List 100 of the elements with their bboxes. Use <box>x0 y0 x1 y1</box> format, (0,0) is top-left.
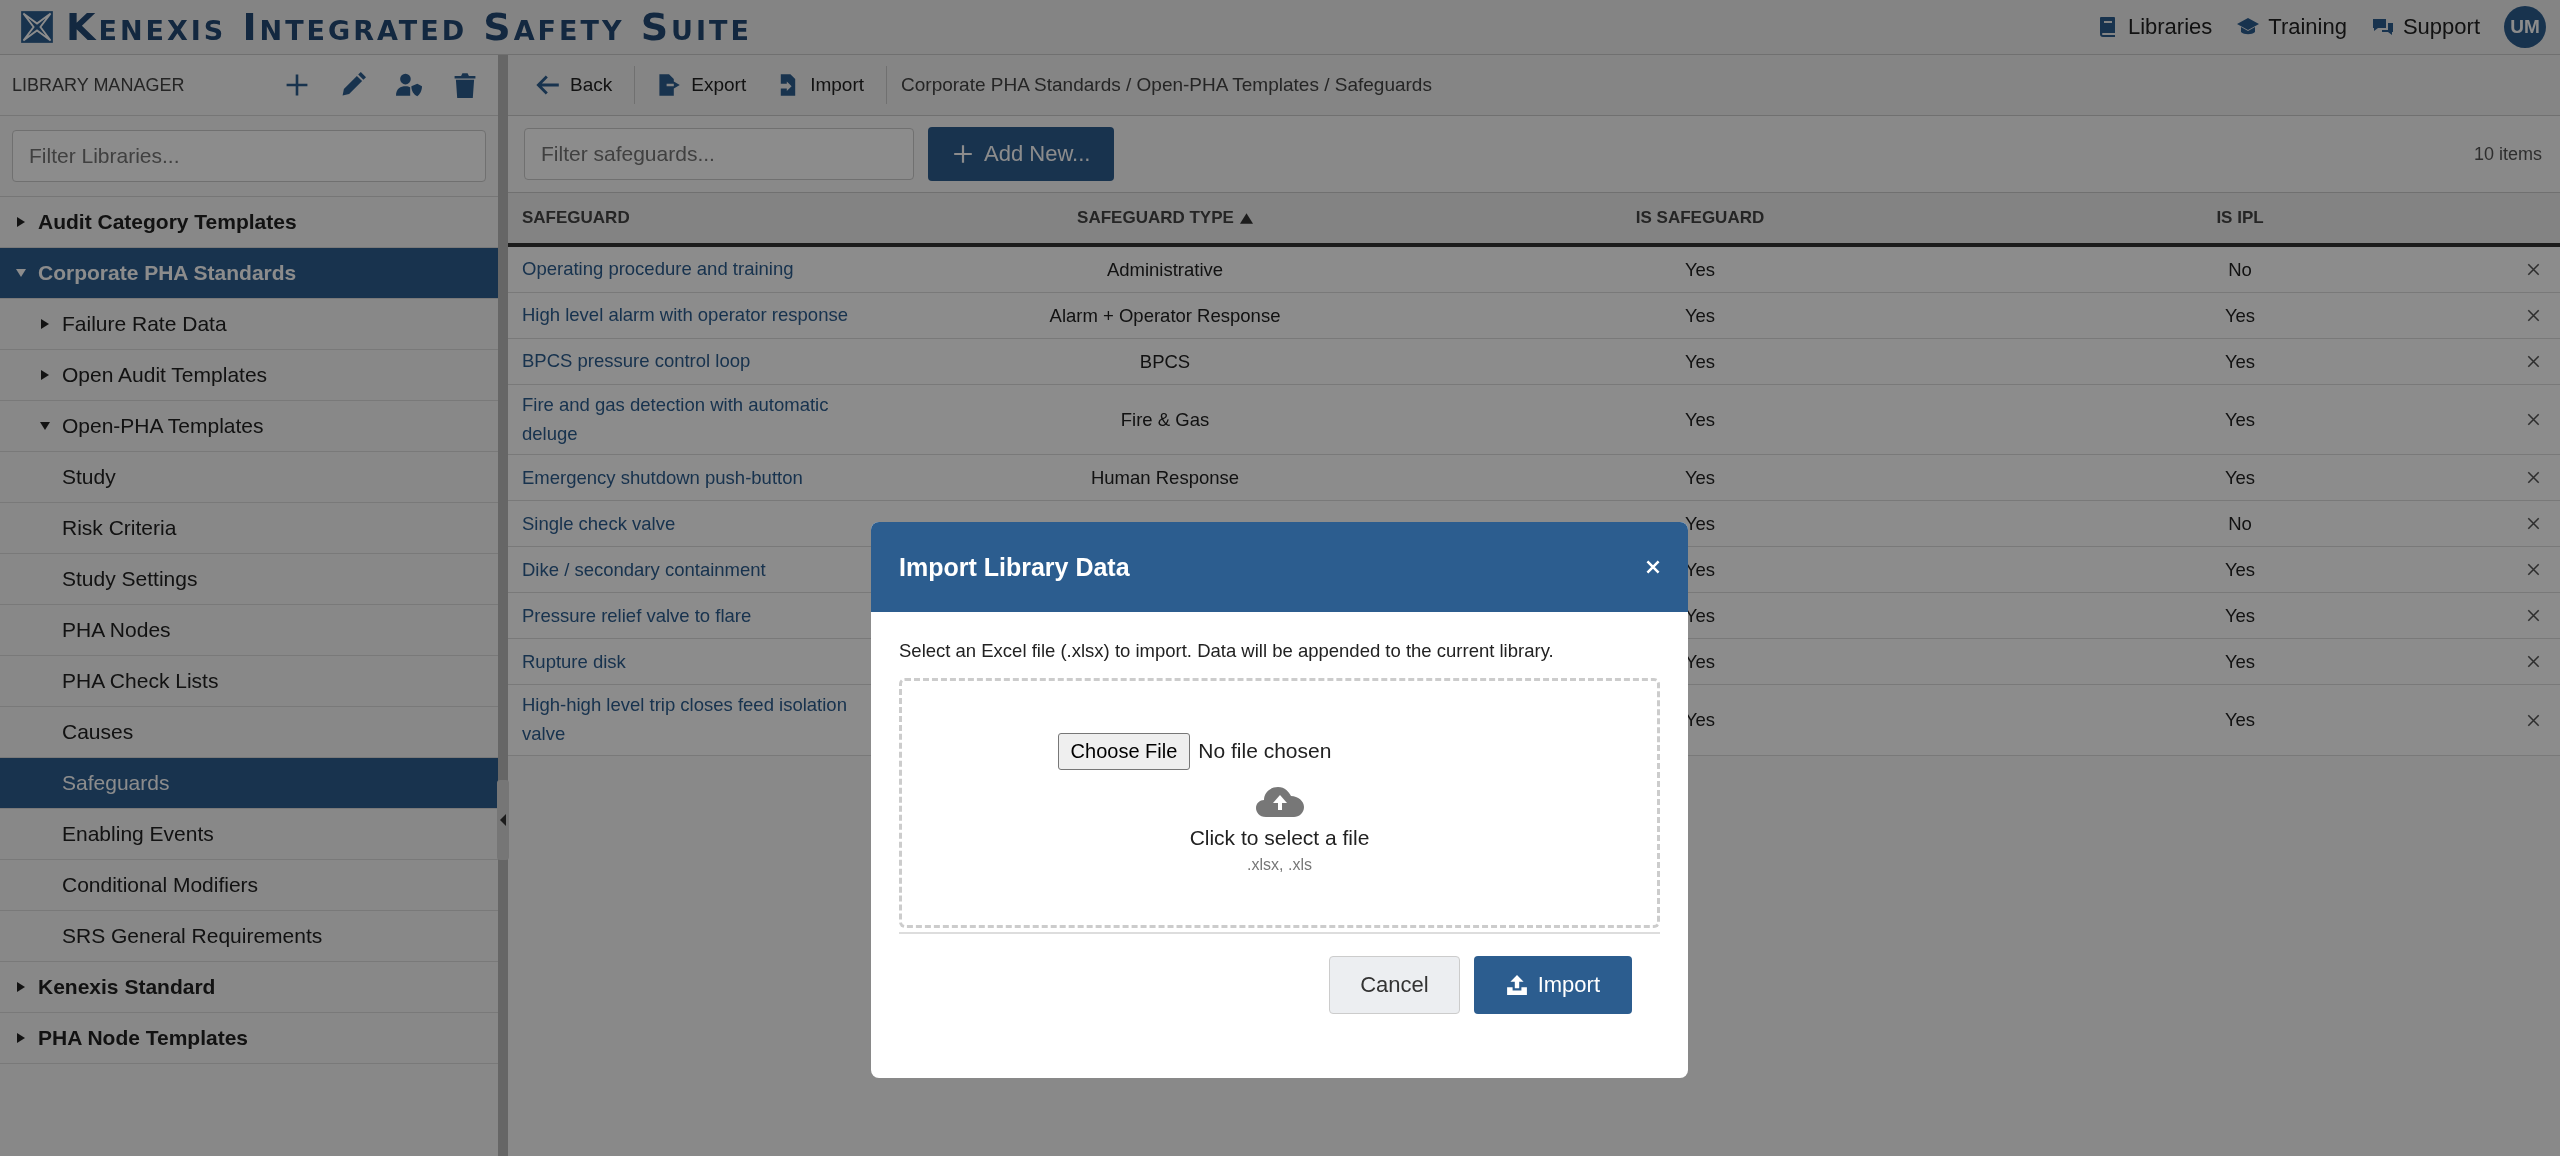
plus-icon <box>952 143 974 165</box>
tree-item[interactable]: PHA Node Templates <box>0 1013 498 1064</box>
column-header[interactable]: SAFEGUARD <box>508 208 915 228</box>
tree-item[interactable]: Study <box>0 452 498 503</box>
caret-icon <box>40 421 50 431</box>
tree-item[interactable]: Safeguards <box>0 758 498 809</box>
table-cell: Yes <box>2224 604 2256 627</box>
delete-icon[interactable] <box>2527 309 2540 322</box>
add-new-button[interactable]: Add New... <box>928 127 1115 181</box>
table-cell: Administrative <box>1106 258 1224 281</box>
trash-icon[interactable] <box>452 72 478 98</box>
close-icon[interactable] <box>1646 560 1660 574</box>
table-cell: Yes <box>2224 466 2256 489</box>
tree-item[interactable]: Corporate PHA Standards <box>0 248 498 299</box>
accepted-formats: .xlsx, .xls <box>1247 855 1312 874</box>
tree-item[interactable]: Conditional Modifiers <box>0 860 498 911</box>
choose-file-button[interactable]: Choose File <box>1057 732 1191 770</box>
column-header[interactable]: IS IPL <box>1985 208 2495 228</box>
delete-icon[interactable] <box>2527 655 2540 669</box>
table-cell: Yes <box>1684 512 1716 535</box>
tree-item[interactable]: Kenexis Standard <box>0 962 498 1013</box>
upload-icon <box>1505 974 1528 996</box>
file-drop-zone[interactable]: Choose File No file chosen Click to select a file .xlsx, .xls <box>899 678 1660 928</box>
tree-item[interactable]: Open-PHA Templates <box>0 401 498 452</box>
safeguard-link[interactable]: High-high level trip closes feed isolation valve <box>508 685 867 755</box>
table-cell: Yes <box>2224 650 2256 673</box>
table-cell: Yes <box>1684 304 1716 327</box>
table-cell: Yes <box>1684 709 1716 731</box>
sidebar-title: LIBRARY MANAGER <box>12 74 185 96</box>
table-cell: Alarm + Operator Response <box>1049 304 1281 327</box>
delete-icon[interactable] <box>2527 355 2540 368</box>
table-cell: BPCS <box>1139 350 1191 373</box>
item-count: 10 items <box>2473 143 2542 165</box>
delete-icon[interactable] <box>2527 713 2540 727</box>
tree-item[interactable]: SRS General Requirements <box>0 911 498 962</box>
tree-item[interactable]: PHA Check Lists <box>0 656 498 707</box>
safeguard-link[interactable]: Operating procedure and training <box>508 247 867 292</box>
file-status: No file chosen <box>1198 739 1332 763</box>
caret-icon <box>16 217 26 227</box>
safeguard-link[interactable]: Single check valve <box>508 501 867 547</box>
export-button[interactable]: Export <box>649 67 755 103</box>
table-cell: Fire & Gas <box>1120 408 1210 431</box>
table-cell: Yes <box>2224 350 2256 373</box>
file-export-icon <box>657 73 682 97</box>
caret-icon <box>40 319 50 329</box>
caret-icon <box>40 370 50 380</box>
delete-icon[interactable] <box>2527 263 2540 276</box>
user-shield-icon[interactable] <box>396 72 422 98</box>
delete-icon[interactable] <box>2527 413 2540 427</box>
back-arrow-icon <box>536 73 560 97</box>
column-header[interactable]: SAFEGUARD TYPE <box>915 208 1415 228</box>
column-header[interactable]: IS SAFEGUARD <box>1415 208 1985 228</box>
logo-icon <box>20 10 54 44</box>
dialog-message: Select an Excel file (.xlsx) to import. Data will be appended to the current library. <box>899 640 1555 662</box>
table-cell: No <box>2228 512 2252 535</box>
back-button[interactable]: Back <box>528 67 621 103</box>
delete-icon[interactable] <box>2527 563 2540 577</box>
tree-item[interactable]: Open Audit Templates <box>0 350 498 401</box>
safeguard-link[interactable]: Dike / secondary containment <box>508 547 867 593</box>
table-cell: Yes <box>2224 304 2256 327</box>
table-cell: Yes <box>1684 466 1716 489</box>
table-cell: Yes <box>2224 408 2256 431</box>
import-button[interactable]: Import <box>768 67 873 103</box>
safeguard-link[interactable]: High level alarm with operator response <box>508 293 867 338</box>
tree-item[interactable]: Failure Rate Data <box>0 299 498 350</box>
table-cell: Yes <box>1684 558 1716 581</box>
delete-icon[interactable] <box>2527 471 2540 485</box>
cancel-button[interactable]: Cancel <box>1329 956 1460 1014</box>
table-cell: Yes <box>2224 558 2256 581</box>
tree-item[interactable]: Study Settings <box>0 554 498 605</box>
filter-safeguards-field[interactable]: Filter safeguards... <box>524 128 914 180</box>
caret-icon <box>16 982 26 992</box>
caret-icon <box>16 1033 26 1043</box>
breadcrumb: Corporate PHA Standards / Open-PHA Templates / Safeguards <box>901 74 1432 96</box>
table-cell: Yes <box>1684 258 1716 281</box>
import-confirm-button[interactable]: Import <box>1473 956 1632 1014</box>
tree-item[interactable]: Risk Criteria <box>0 503 498 554</box>
table-cell: Yes <box>1684 650 1716 673</box>
collapse-handle[interactable] <box>497 780 509 860</box>
safeguard-link[interactable]: Fire and gas detection with automatic deluge <box>508 385 867 455</box>
app-title: Kenexis Integrated Safety Suite <box>66 5 752 49</box>
tree-item[interactable]: PHA Nodes <box>0 605 498 656</box>
caret-icon <box>16 268 26 278</box>
safeguard-link[interactable]: BPCS pressure control loop <box>508 339 867 384</box>
filter-libraries-field[interactable]: Filter Libraries... <box>12 130 486 182</box>
add-icon[interactable] <box>284 72 310 98</box>
sort-ascending-icon <box>1239 211 1253 225</box>
user-avatar[interactable]: UM <box>2504 6 2546 48</box>
delete-icon[interactable] <box>2527 517 2540 531</box>
safeguard-link[interactable]: Pressure relief valve to flare <box>508 593 867 639</box>
table-cell: Yes <box>1684 350 1716 373</box>
nav-link[interactable]: Training <box>2236 14 2347 40</box>
nav-link[interactable]: Support <box>2370 14 2480 40</box>
pencil-icon[interactable] <box>340 72 366 98</box>
nav-link[interactable]: Libraries <box>2095 14 2213 40</box>
safeguard-link[interactable]: Emergency shutdown push-button <box>508 455 867 501</box>
table-cell: Yes <box>2224 709 2256 731</box>
table-cell: Yes <box>1684 408 1716 431</box>
delete-icon[interactable] <box>2527 609 2540 623</box>
safeguard-link[interactable]: Rupture disk <box>508 639 867 685</box>
